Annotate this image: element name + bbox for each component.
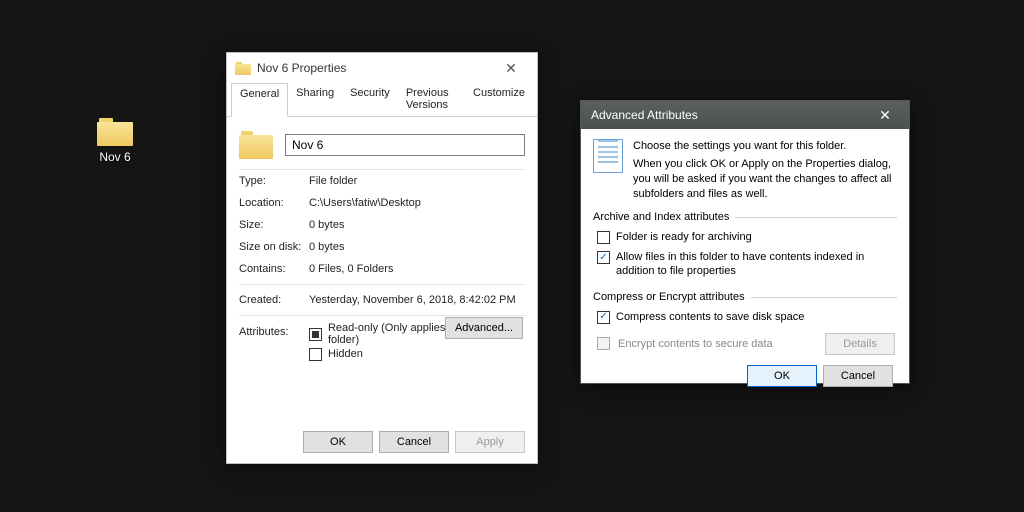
sizeondisk-value: 0 bytes — [309, 241, 525, 253]
allow-index-label: Allow files in this folder to have conte… — [616, 251, 895, 279]
ok-button[interactable]: OK — [747, 365, 817, 387]
folder-icon — [239, 131, 273, 159]
tab-general[interactable]: General — [231, 83, 288, 117]
location-label: Location: — [239, 197, 309, 209]
compress-group-label: Compress or Encrypt attributes — [593, 291, 751, 303]
compress-label: Compress contents to save disk space — [616, 311, 804, 323]
hidden-label: Hidden — [328, 348, 363, 360]
sizeondisk-label: Size on disk: — [239, 241, 309, 253]
tab-sharing[interactable]: Sharing — [288, 83, 342, 116]
attributes-label: Attributes: — [239, 324, 309, 338]
encrypt-checkbox — [597, 337, 610, 350]
hidden-checkbox[interactable] — [309, 348, 322, 361]
properties-title: Nov 6 Properties — [257, 61, 491, 75]
cancel-button[interactable]: Cancel — [379, 431, 449, 453]
properties-dialog: Nov 6 Properties ✕ General Sharing Secur… — [226, 52, 538, 464]
contains-value: 0 Files, 0 Folders — [309, 263, 525, 275]
tab-security[interactable]: Security — [342, 83, 398, 116]
advanced-titlebar[interactable]: Advanced Attributes ✕ — [581, 101, 909, 129]
created-value: Yesterday, November 6, 2018, 8:42:02 PM — [309, 294, 525, 306]
close-icon[interactable]: ✕ — [491, 53, 531, 83]
location-value: C:\Users\fatiw\Desktop — [309, 197, 525, 209]
advanced-title: Advanced Attributes — [591, 108, 865, 122]
tab-previous-versions[interactable]: Previous Versions — [398, 83, 465, 116]
close-icon[interactable]: ✕ — [865, 101, 905, 129]
document-list-icon — [593, 139, 623, 173]
size-value: 0 bytes — [309, 219, 525, 231]
apply-button[interactable]: Apply — [455, 431, 525, 453]
folder-name-input[interactable] — [285, 134, 525, 156]
folder-icon — [235, 62, 251, 75]
advanced-attributes-dialog: Advanced Attributes ✕ Choose the setting… — [580, 100, 910, 384]
contains-label: Contains: — [239, 263, 309, 275]
desktop-folder[interactable]: Nov 6 — [85, 118, 145, 164]
size-label: Size: — [239, 219, 309, 231]
type-value: File folder — [309, 175, 525, 187]
folder-icon — [97, 118, 133, 146]
tab-customize[interactable]: Customize — [465, 83, 533, 116]
cancel-button[interactable]: Cancel — [823, 365, 893, 387]
encrypt-label: Encrypt contents to secure data — [618, 338, 817, 350]
properties-titlebar[interactable]: Nov 6 Properties ✕ — [227, 53, 537, 83]
advanced-heading: Choose the settings you want for this fo… — [633, 139, 897, 154]
created-label: Created: — [239, 294, 309, 306]
ready-archiving-checkbox[interactable] — [597, 231, 610, 244]
advanced-description: When you click OK or Apply on the Proper… — [633, 157, 897, 202]
ok-button[interactable]: OK — [303, 431, 373, 453]
desktop-folder-label: Nov 6 — [85, 150, 145, 164]
archive-group-label: Archive and Index attributes — [593, 211, 735, 223]
details-button: Details — [825, 333, 895, 355]
properties-tabs: General Sharing Security Previous Versio… — [227, 83, 537, 117]
compress-checkbox[interactable]: ✓ — [597, 311, 610, 324]
advanced-button[interactable]: Advanced... — [445, 317, 523, 339]
ready-archiving-label: Folder is ready for archiving — [616, 231, 752, 243]
readonly-checkbox[interactable] — [309, 328, 322, 341]
type-label: Type: — [239, 175, 309, 187]
allow-index-checkbox[interactable]: ✓ — [597, 251, 610, 264]
